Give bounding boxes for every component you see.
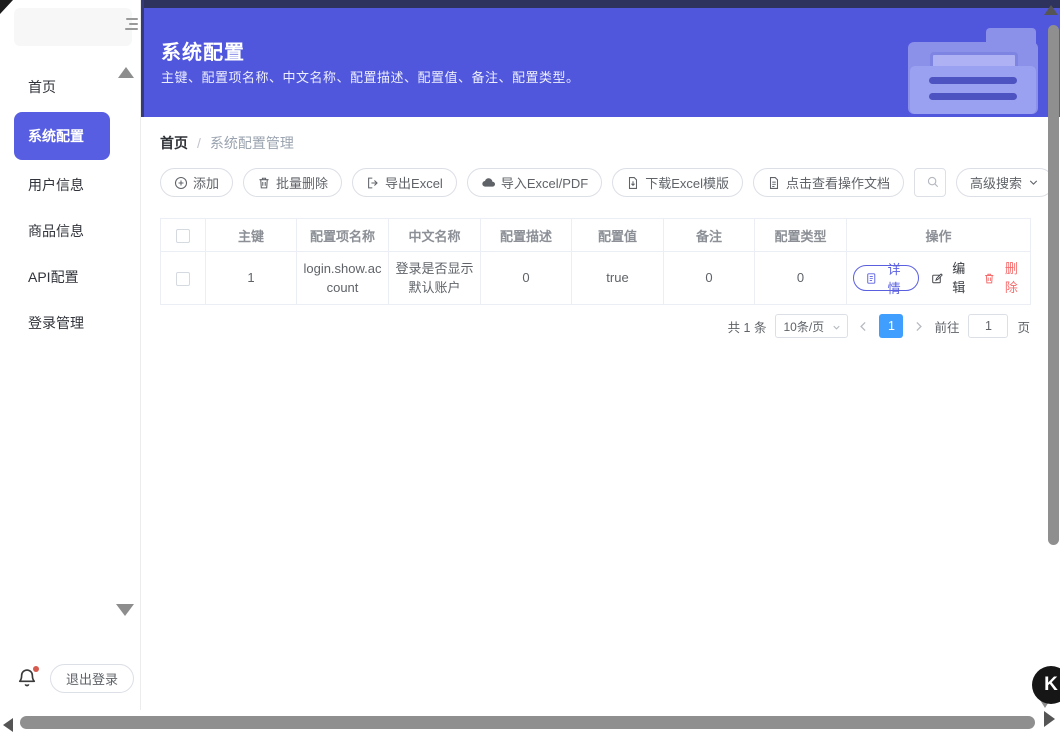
breadcrumb-separator: / [197,135,201,151]
select-all-checkbox[interactable] [176,228,190,243]
col-header-remark: 备注 [663,218,755,252]
goto-label: 前往 [934,320,960,335]
app-window: 首页 系统配置 用户信息 商品信息 API配置 登录管理 退出登录 系统配置 主… [0,0,1060,732]
goto-page-input[interactable] [968,314,1009,338]
config-search-box [914,168,947,197]
sidebar-item-user-info[interactable]: 用户信息 [0,162,141,208]
sidebar: 首页 系统配置 用户信息 商品信息 API配置 登录管理 退出登录 [0,0,141,710]
menu-scroll-down-icon[interactable] [116,604,134,616]
sidebar-menu: 首页 系统配置 用户信息 商品信息 API配置 登录管理 [0,64,141,346]
download-template-button[interactable]: 下载Excel模版 [612,168,744,197]
corner-decoration [0,0,13,14]
pagination: 共 1 条 10条/页 1 前往 页 [160,314,1030,338]
col-header-value: 配置值 [571,218,664,252]
page-size-select[interactable]: 10条/页 [775,314,849,338]
import-excel-button[interactable]: 导入Excel/PDF [466,168,603,197]
toolbar: 添加 批量删除 导出Excel 导入Excel/PDF 下载Excel模版 点击… [160,168,1055,197]
export-icon [368,177,378,188]
chevron-down-icon [1029,180,1038,185]
cell-cn-name: 登录是否显示默认账户 [388,251,481,305]
trash-icon [259,177,269,188]
document-icon [770,176,779,189]
sidebar-footer: 退出登录 [0,658,141,698]
main-area: 系统配置 主键、配置项名称、中文名称、配置描述、配置值、备注、配置类型。 首页 … [141,0,1060,732]
plus-circle-icon [174,176,188,189]
delete-button[interactable]: 删除 [983,259,1024,298]
vertical-scrollbar-thumb[interactable] [1048,25,1059,545]
table-row: 1 login.show.account 登录是否显示默认账户 0 true 0… [160,251,1031,305]
page-banner: 系统配置 主键、配置项名称、中文名称、配置描述、配置值、备注、配置类型。 [141,0,1060,117]
sidebar-item-product-info[interactable]: 商品信息 [0,208,141,254]
notification-badge-dot [33,666,39,672]
col-header-id: 主键 [205,218,297,252]
batch-delete-button[interactable]: 批量删除 [243,168,343,197]
search-icon [926,175,940,194]
cell-type: 0 [754,251,847,305]
breadcrumb: 首页 / 系统配置管理 [160,133,1030,153]
horizontal-scroll-right-icon[interactable] [1044,711,1055,727]
next-page-icon[interactable] [912,320,925,333]
page-subtitle: 主键、配置项名称、中文名称、配置描述、配置值、备注、配置类型。 [161,70,580,85]
page-unit-label: 页 [1017,320,1030,335]
col-header-cn-name: 中文名称 [388,218,481,252]
view-docs-button[interactable]: 点击查看操作文档 [753,168,905,197]
breadcrumb-current: 系统配置管理 [209,135,294,151]
breadcrumb-home[interactable]: 首页 [160,133,188,153]
current-page-button[interactable]: 1 [879,314,904,338]
horizontal-scrollbar-thumb[interactable] [20,716,1035,729]
sidebar-collapse-icon[interactable] [124,18,138,33]
detail-button[interactable]: 详情 [853,262,919,296]
cell-remark: 0 [663,251,755,305]
export-excel-button[interactable]: 导出Excel [352,168,457,197]
detail-doc-icon [867,272,876,284]
logout-button[interactable]: 退出登录 [50,663,135,693]
sidebar-item-system-config[interactable]: 系统配置 [14,112,110,160]
cell-config-key: login.show.account [296,251,389,305]
chevron-down-icon [831,322,842,336]
horizontal-scroll-left-icon[interactable] [3,718,13,732]
folder-illustration-icon [908,26,1040,114]
logo-placeholder [14,8,132,46]
row-actions: 详情 编辑 删除 [853,259,1024,298]
cell-description: 0 [480,251,572,305]
table-header-row: 主键 配置项名称 中文名称 配置描述 配置值 备注 配置类型 操作 [160,218,1031,252]
banner-top-strip [144,0,1060,8]
edit-button[interactable]: 编辑 [931,259,972,298]
notification-bell-icon[interactable] [16,666,39,689]
prev-page-icon[interactable] [857,320,870,333]
add-button[interactable]: 添加 [160,168,234,197]
col-header-actions: 操作 [846,218,1031,252]
cell-id: 1 [205,251,297,305]
cell-value: true [571,251,664,305]
col-header-config-key: 配置项名称 [296,218,389,252]
edit-icon [931,272,943,283]
advanced-search-button[interactable]: 高级搜索 [956,168,1055,197]
col-header-description: 配置描述 [480,218,572,252]
col-header-type: 配置类型 [754,218,847,252]
vertical-scroll-up-icon[interactable] [1044,5,1058,15]
row-checkbox[interactable] [176,271,190,286]
sidebar-item-api-config[interactable]: API配置 [0,254,141,300]
file-download-icon [629,176,638,189]
delete-trash-icon [985,273,994,283]
page-title: 系统配置 [161,42,245,64]
sidebar-item-home[interactable]: 首页 [0,64,141,110]
config-table: 主键 配置项名称 中文名称 配置描述 配置值 备注 配置类型 操作 1 logi… [160,218,1031,305]
sidebar-item-login-mgmt[interactable]: 登录管理 [0,300,141,346]
pagination-total: 共 1 条 [727,320,767,335]
content-area: 首页 / 系统配置管理 添加 批量删除 导出Excel 导入Excel/PDF … [160,133,1055,338]
cloud-upload-icon [482,178,495,187]
